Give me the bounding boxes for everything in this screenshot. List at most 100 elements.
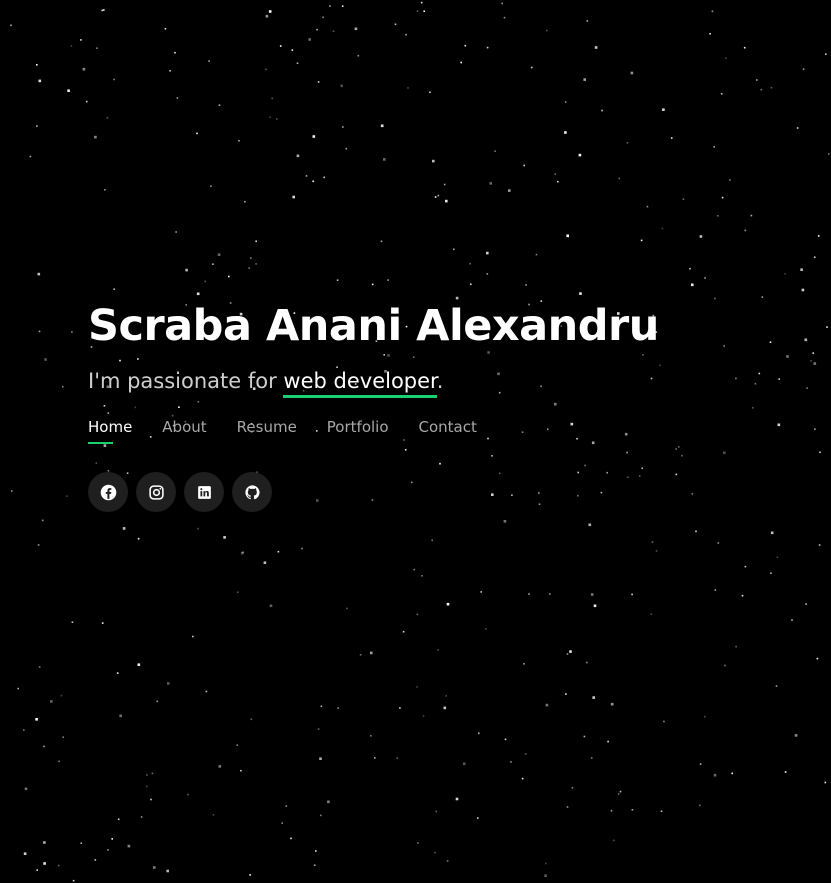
star	[524, 753, 527, 755]
facebook-icon	[100, 484, 116, 500]
star	[720, 93, 723, 95]
star	[486, 46, 489, 49]
star	[422, 715, 425, 717]
star	[813, 256, 816, 258]
star	[590, 593, 594, 596]
star	[445, 695, 447, 697]
star	[723, 451, 726, 455]
star	[752, 407, 754, 409]
star	[778, 378, 780, 380]
star	[566, 234, 569, 238]
star	[359, 654, 362, 656]
star	[545, 862, 547, 865]
instagram-link[interactable]	[136, 472, 176, 512]
star	[71, 331, 73, 333]
star	[501, 2, 503, 5]
star	[554, 173, 557, 175]
star	[176, 97, 179, 99]
facebook-link[interactable]	[88, 472, 128, 512]
star	[546, 29, 548, 32]
star	[443, 183, 446, 186]
nav-resume[interactable]: Resume	[237, 418, 297, 442]
star	[116, 672, 119, 674]
star	[709, 33, 711, 35]
star	[565, 693, 567, 695]
star	[744, 565, 747, 568]
star	[423, 10, 425, 12]
star	[682, 198, 685, 200]
star	[317, 728, 320, 730]
nav-portfolio[interactable]: Portfolio	[327, 418, 389, 442]
star	[813, 362, 817, 365]
star	[104, 189, 106, 191]
star	[36, 64, 38, 66]
star	[660, 810, 663, 812]
star	[806, 387, 808, 389]
star	[480, 591, 482, 593]
star	[167, 682, 170, 685]
star	[651, 541, 654, 543]
star	[744, 229, 747, 232]
linkedin-icon	[197, 485, 211, 499]
star	[240, 769, 242, 772]
star	[164, 28, 167, 30]
star	[119, 714, 122, 718]
star	[323, 176, 325, 179]
star	[291, 49, 294, 51]
star	[619, 790, 622, 793]
star	[106, 117, 109, 119]
nav-contact[interactable]: Contact	[419, 418, 477, 442]
star	[661, 227, 664, 230]
star	[446, 602, 450, 606]
nav-home[interactable]: Home	[88, 418, 132, 444]
star	[523, 663, 525, 665]
star	[218, 765, 222, 768]
star	[494, 150, 496, 152]
star	[586, 20, 589, 22]
star	[70, 45, 73, 47]
star	[794, 734, 798, 737]
linkedin-link[interactable]	[184, 472, 224, 512]
star	[292, 195, 295, 199]
star	[735, 645, 737, 648]
star	[196, 292, 200, 296]
star	[312, 135, 316, 138]
star	[802, 68, 805, 70]
star	[345, 147, 348, 150]
star	[340, 84, 343, 88]
star	[413, 568, 416, 571]
star	[122, 527, 126, 530]
star	[337, 707, 339, 709]
star	[549, 593, 551, 595]
star	[240, 551, 244, 555]
star	[255, 263, 257, 265]
star	[691, 493, 694, 495]
star	[564, 101, 567, 103]
github-link[interactable]	[232, 472, 272, 512]
star	[38, 666, 41, 668]
star	[62, 385, 64, 388]
star	[62, 736, 64, 738]
star	[610, 809, 613, 812]
star	[248, 267, 250, 269]
star	[66, 495, 68, 497]
star	[405, 33, 407, 36]
star	[269, 116, 271, 119]
star	[402, 630, 405, 633]
star	[486, 273, 489, 275]
star	[320, 705, 323, 708]
star	[35, 718, 38, 721]
star	[197, 527, 199, 530]
star	[204, 280, 207, 283]
star	[210, 185, 212, 187]
nav-about[interactable]: About	[162, 418, 206, 442]
star	[94, 859, 97, 861]
star	[826, 326, 828, 328]
star	[305, 175, 308, 177]
star	[10, 24, 12, 27]
star	[453, 248, 455, 251]
star	[85, 100, 88, 103]
star	[713, 146, 715, 148]
star	[761, 296, 764, 298]
star	[205, 690, 208, 693]
